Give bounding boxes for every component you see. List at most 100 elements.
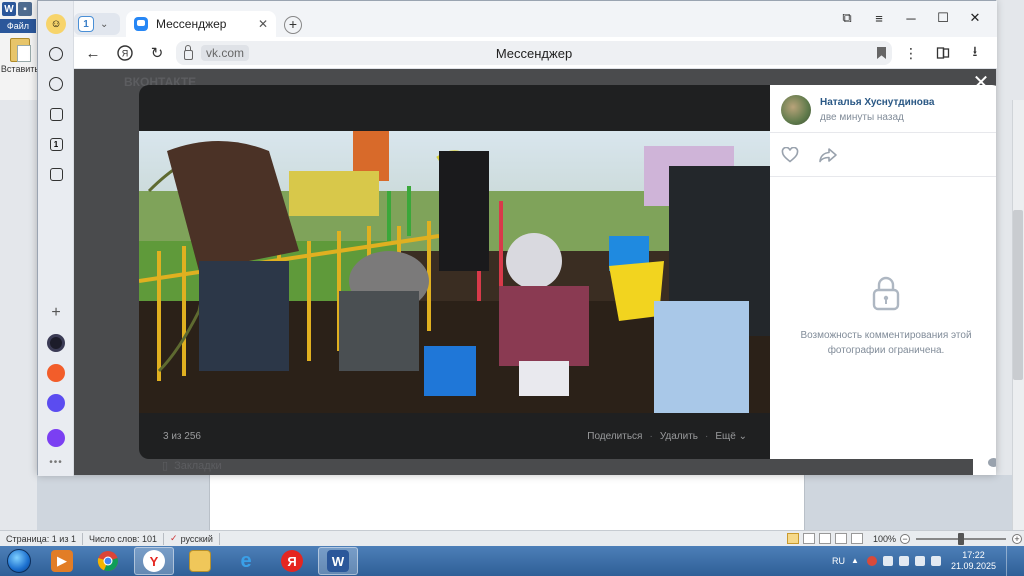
reload-button[interactable]: ↻ xyxy=(146,43,168,63)
full-screen-view-button[interactable] xyxy=(802,533,815,544)
reading-list-icon[interactable] xyxy=(932,43,954,63)
download-icon[interactable]: ⭳ xyxy=(964,43,986,63)
avatar[interactable] xyxy=(781,95,811,125)
close-tab-icon[interactable]: ✕ xyxy=(258,17,268,31)
web-layout-view-button[interactable] xyxy=(818,533,831,544)
volume-icon[interactable] xyxy=(914,556,925,566)
show-desktop-button[interactable] xyxy=(1006,546,1016,576)
yandex-home-button[interactable]: Я xyxy=(114,43,136,63)
sidebar-app-mail[interactable] xyxy=(47,364,65,382)
vk-bookmarks-ghost: ▯ Закладки xyxy=(162,459,222,473)
post-time[interactable]: две минуты назад xyxy=(820,112,904,123)
clock[interactable]: 17:22 21.09.2025 xyxy=(951,550,996,572)
tab-messenger[interactable]: Мессенджер ✕ xyxy=(126,11,276,37)
word-file-tab[interactable]: Файл xyxy=(0,19,36,33)
paste-label: Вставить xyxy=(0,64,40,74)
save-icon[interactable]: ▪ xyxy=(18,2,32,16)
word-icon: W xyxy=(327,550,349,572)
back-button[interactable]: ← xyxy=(82,43,104,63)
zoom-in-button[interactable]: + xyxy=(1012,533,1022,544)
url-domain[interactable]: vk.com xyxy=(201,45,250,61)
folder-icon xyxy=(189,550,211,572)
close-window-button[interactable]: ✕ xyxy=(959,7,991,29)
print-layout-view-button[interactable] xyxy=(786,533,799,544)
history-button[interactable] xyxy=(47,45,65,63)
taskbar-yandex[interactable]: Я xyxy=(272,547,312,575)
photo-image[interactable] xyxy=(139,131,771,413)
taskbar-yandex-browser[interactable]: Y xyxy=(134,547,174,575)
more-link[interactable]: Ещё ⌄ xyxy=(715,431,747,442)
collections-sidebar-button[interactable] xyxy=(47,165,65,183)
comments-restricted-message: Возможность комментирования этой фотогра… xyxy=(800,330,972,356)
start-button[interactable] xyxy=(2,547,36,575)
sidebar-more[interactable]: ••• xyxy=(47,453,65,471)
status-word-count[interactable]: Число слов: 101 xyxy=(83,532,165,545)
zoom-out-button[interactable]: − xyxy=(900,533,910,544)
draft-view-button[interactable] xyxy=(850,533,863,544)
sidebar-app-assistant[interactable] xyxy=(47,429,65,447)
tabs-button[interactable]: 1 xyxy=(47,135,65,153)
address-bar: ← Я ↻ vk.com Мессенджер ⋮ ⭳ xyxy=(38,37,997,69)
maximize-button[interactable]: ☐ xyxy=(927,7,959,29)
sidebar-app-alice[interactable] xyxy=(47,334,65,352)
menu-button[interactable]: ≡ xyxy=(863,7,895,29)
internet-explorer-icon: e xyxy=(240,549,252,572)
yandex-icon: Я xyxy=(281,550,303,572)
taskbar: ▶ Y e Я W RU ▲ 17:22 21.09.2025 xyxy=(0,546,1024,576)
word-status-bar: Страница: 1 из 1 Число слов: 101 ✓ русск… xyxy=(0,530,1024,546)
stack-icon xyxy=(49,167,63,181)
media-player-icon: ▶ xyxy=(51,550,73,572)
bookmarks-ghost-label: Закладки xyxy=(174,459,222,472)
system-tray: RU ▲ 17:22 21.09.2025 xyxy=(832,546,1024,576)
zoom-level[interactable]: 100% xyxy=(873,534,896,544)
bookmark-icon[interactable] xyxy=(877,47,886,59)
media-button[interactable] xyxy=(47,75,65,93)
status-page[interactable]: Страница: 1 из 1 xyxy=(0,532,83,545)
add-sidebar-app-button[interactable]: + xyxy=(47,304,65,322)
tray-settings-icon[interactable] xyxy=(930,556,941,566)
network-icon[interactable] xyxy=(898,556,909,566)
zoom-slider[interactable] xyxy=(916,532,1006,545)
yandex-alice-face-icon[interactable]: ☺ xyxy=(46,14,66,34)
author-name[interactable]: Наталья Хуснутдинова xyxy=(820,97,934,108)
more-icon[interactable]: ⋮ xyxy=(900,43,922,63)
taskbar-chrome[interactable] xyxy=(88,547,128,575)
chrome-icon xyxy=(97,551,118,572)
delete-link[interactable]: Удалить xyxy=(660,431,698,442)
close-viewer-icon[interactable]: ✕ xyxy=(970,73,992,95)
status-language[interactable]: ✓ русский xyxy=(164,532,220,545)
messenger-icon xyxy=(47,394,65,412)
minimize-button[interactable]: ─ xyxy=(895,7,927,29)
collections-button[interactable]: ⧉ xyxy=(831,7,863,29)
tray-app-icon[interactable] xyxy=(882,556,893,566)
input-language[interactable]: RU xyxy=(832,556,845,566)
word-scroll-thumb[interactable] xyxy=(1013,210,1023,380)
tab-count: 1 xyxy=(78,16,94,32)
word-logo-icon: W xyxy=(2,2,16,16)
vk-photo-overlay[interactable]: ВКОНТАКТЕ 3 из 256 Поделиться · Удалить … xyxy=(74,69,996,475)
sidebar-app-messenger[interactable] xyxy=(47,394,65,412)
chat-button[interactable] xyxy=(973,448,996,475)
share-link[interactable]: Поделиться xyxy=(587,431,642,442)
camera-icon xyxy=(49,107,63,121)
url-field[interactable]: vk.com Мессенджер xyxy=(176,41,892,65)
screenshot-button[interactable] xyxy=(47,105,65,123)
word-page[interactable] xyxy=(209,475,805,530)
like-heart-icon[interactable] xyxy=(781,147,799,163)
book-icon xyxy=(936,47,950,59)
lock-icon[interactable] xyxy=(184,44,193,60)
tray-expand-icon[interactable]: ▲ xyxy=(851,556,861,566)
paste-button[interactable]: Вставить xyxy=(0,38,40,88)
taskbar-word[interactable]: W xyxy=(318,547,358,575)
outline-view-button[interactable] xyxy=(834,533,847,544)
alice-icon xyxy=(47,334,65,352)
window-controls: ⧉ ≡ ─ ☐ ✕ xyxy=(831,7,991,29)
antivirus-icon[interactable] xyxy=(866,556,877,566)
taskbar-internet-explorer[interactable]: e xyxy=(226,547,266,575)
share-arrow-icon[interactable] xyxy=(818,147,838,163)
zoom-slider-knob[interactable] xyxy=(958,532,964,545)
taskbar-media-player[interactable]: ▶ xyxy=(42,547,82,575)
new-tab-button[interactable]: + xyxy=(284,16,302,34)
taskbar-explorer[interactable] xyxy=(180,547,220,575)
tab-counter-button[interactable]: 1 ⌄ xyxy=(74,13,120,35)
